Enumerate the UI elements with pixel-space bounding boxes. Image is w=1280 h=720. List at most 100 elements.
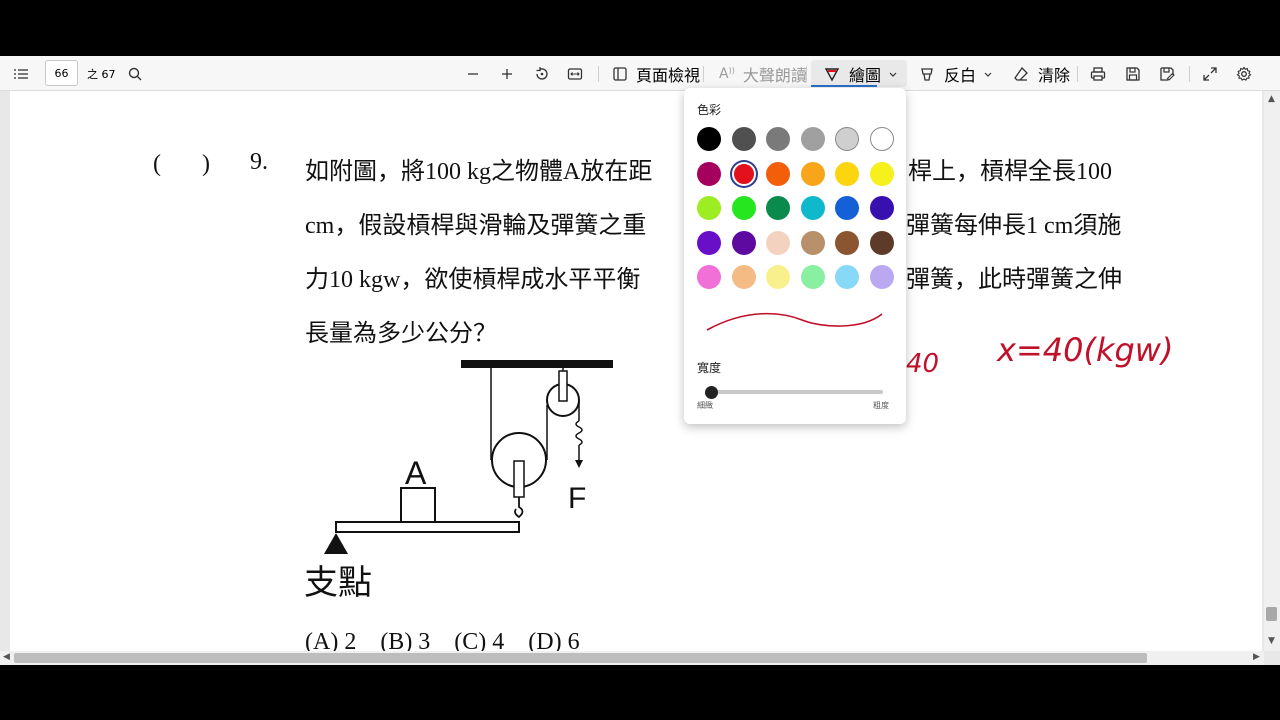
hook xyxy=(514,497,524,519)
highlight-button[interactable]: 反白 xyxy=(919,56,976,91)
page-total: 之 67 xyxy=(87,67,116,81)
color-swatch[interactable] xyxy=(697,196,721,221)
vertical-scrollbar[interactable] xyxy=(1264,91,1280,651)
color-swatch[interactable] xyxy=(800,127,825,151)
color-swatch[interactable] xyxy=(835,230,860,255)
fit-width-icon[interactable] xyxy=(567,56,583,91)
width-slider-track[interactable] xyxy=(706,390,883,394)
draw-settings-panel: 色彩 寬度 細緻 粗度 xyxy=(684,88,906,424)
question-line-2-tail: 彈簧每伸長1 cm須施 xyxy=(906,213,1122,239)
scroll-right-arrow-icon[interactable]: ▶ xyxy=(1253,652,1260,662)
color-swatch[interactable] xyxy=(731,196,756,221)
fulcrum-triangle xyxy=(324,533,348,554)
settings-gear-icon[interactable] xyxy=(1236,56,1252,91)
separator xyxy=(1077,66,1078,82)
separator xyxy=(598,66,599,82)
handwriting-partial: 40 xyxy=(906,349,940,379)
width-slider-thumb[interactable] xyxy=(705,386,718,399)
width-max-label: 粗度 xyxy=(873,401,889,410)
zoom-out-icon[interactable] xyxy=(466,56,480,91)
search-icon[interactable] xyxy=(128,56,142,91)
erase-button[interactable]: 清除 xyxy=(1013,56,1070,91)
letterbox-top xyxy=(0,0,1280,56)
color-section-title: 色彩 xyxy=(697,103,722,117)
erase-label: 清除 xyxy=(1038,65,1071,85)
force-arrow-head xyxy=(575,460,583,468)
highlighter-icon xyxy=(919,66,935,82)
color-swatch[interactable] xyxy=(835,127,860,151)
color-swatch[interactable] xyxy=(800,265,825,290)
rotate-icon[interactable] xyxy=(534,56,550,91)
large-pulley-axle xyxy=(513,460,525,498)
question-line-1-tail: 桿上，槓桿全長100 xyxy=(908,159,1112,185)
color-swatch[interactable] xyxy=(766,127,791,151)
color-swatch[interactable] xyxy=(835,161,860,186)
read-aloud-icon: A)) xyxy=(719,65,735,82)
save-icon[interactable] xyxy=(1125,56,1141,91)
spring xyxy=(575,420,583,446)
separator xyxy=(1189,66,1190,82)
color-swatch[interactable] xyxy=(870,265,894,290)
highlight-label: 反白 xyxy=(944,65,977,85)
page-view-button[interactable]: 頁面檢視 xyxy=(612,56,700,91)
lever-bar xyxy=(335,521,520,533)
color-swatch[interactable] xyxy=(870,127,894,151)
separator xyxy=(806,66,807,82)
color-swatch[interactable] xyxy=(697,127,721,151)
color-swatch[interactable] xyxy=(697,265,721,290)
scroll-up-arrow-icon[interactable]: ▲ xyxy=(1268,94,1275,104)
print-icon[interactable] xyxy=(1090,56,1106,91)
color-swatch[interactable] xyxy=(835,196,860,221)
ceiling-beam xyxy=(461,360,613,368)
color-swatch[interactable] xyxy=(731,265,756,290)
block-a xyxy=(400,487,436,523)
color-swatch[interactable] xyxy=(800,230,825,255)
draw-pen-icon xyxy=(824,66,840,82)
question-line-3-tail: 彈簧，此時彈簧之伸 xyxy=(906,267,1122,293)
page-number-input[interactable]: 66 xyxy=(45,60,78,86)
read-aloud-label: 大聲朗讀 xyxy=(742,65,807,85)
color-swatch[interactable] xyxy=(697,161,721,186)
pdf-page: ( ) 9. 如附圖，將100 kg之物體A放在距 桿上，槓桿全長100 cm，… xyxy=(10,91,1262,651)
read-aloud-button[interactable]: A)) 大聲朗讀 xyxy=(719,56,807,91)
color-swatch[interactable] xyxy=(731,127,756,151)
color-swatch[interactable] xyxy=(766,230,791,255)
separator xyxy=(703,66,704,82)
page-view-label: 頁面檢視 xyxy=(636,65,701,85)
color-swatch[interactable] xyxy=(731,230,756,255)
answer-options: (A) 2 (B) 3 (C) 4 (D) 6 xyxy=(305,629,580,651)
color-swatch[interactable] xyxy=(766,196,791,221)
color-swatch[interactable] xyxy=(766,161,791,186)
color-swatch[interactable] xyxy=(870,196,894,221)
color-swatch[interactable] xyxy=(731,161,756,186)
highlight-dropdown-chevron-icon[interactable] xyxy=(983,56,993,91)
save-as-icon[interactable] xyxy=(1159,56,1175,91)
handwriting-equation: x=40(kgw) xyxy=(997,331,1174,369)
contents-icon[interactable] xyxy=(13,56,29,91)
fulcrum-label: 支點 xyxy=(304,563,372,603)
vertical-scroll-thumb[interactable] xyxy=(1266,607,1277,621)
color-swatch[interactable] xyxy=(800,196,825,221)
scroll-left-arrow-icon[interactable]: ◀ xyxy=(3,652,10,662)
expand-icon[interactable] xyxy=(1202,56,1218,91)
force-label: F xyxy=(568,482,586,515)
color-swatch[interactable] xyxy=(870,230,894,255)
width-min-label: 細緻 xyxy=(697,401,713,410)
draw-button[interactable]: 繪圖 xyxy=(824,56,881,91)
page-view-icon xyxy=(612,66,628,82)
color-swatch[interactable] xyxy=(766,265,791,290)
stroke-preview xyxy=(706,312,883,331)
draw-label: 繪圖 xyxy=(849,65,882,85)
color-swatch[interactable] xyxy=(835,265,860,290)
block-a-label: A xyxy=(405,455,427,491)
draw-dropdown-chevron-icon[interactable] xyxy=(888,56,898,91)
color-swatch[interactable] xyxy=(697,230,721,255)
horizontal-scroll-thumb[interactable] xyxy=(14,653,1147,663)
pulley-lever-diagram: F A 支點 xyxy=(304,360,613,603)
scroll-down-arrow-icon[interactable]: ▼ xyxy=(1268,636,1275,646)
zoom-in-icon[interactable] xyxy=(500,56,514,91)
color-swatch[interactable] xyxy=(870,161,894,186)
small-pulley-axle xyxy=(558,370,568,402)
color-swatch[interactable] xyxy=(800,161,825,186)
letterbox-bottom xyxy=(0,665,1280,720)
